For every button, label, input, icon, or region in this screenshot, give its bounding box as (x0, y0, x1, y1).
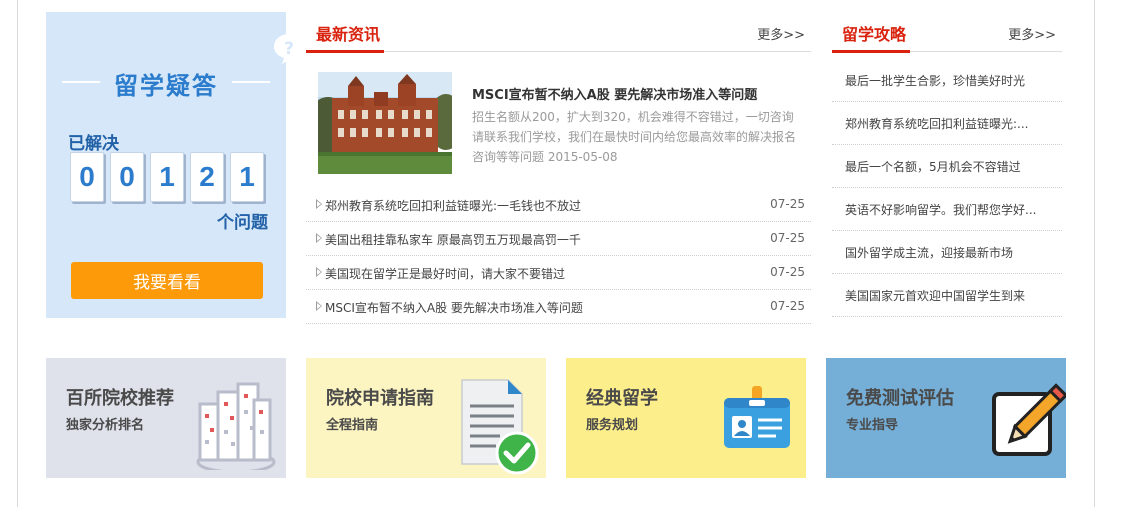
news-item-title[interactable]: 美国现在留学正是最好时间，请大家不要错过 (325, 265, 565, 282)
pencil-note-icon (992, 383, 1066, 456)
solved-counter: 0 0 1 2 1 (70, 152, 264, 202)
latest-news-section: 最新资讯 更多>> MSCI宣布暂不纳入A股 要先解决市场准入等问题 招生名额从… (306, 12, 811, 324)
news-list: 郑州教育系统吃回扣利益链曝光:一毛钱也不放过 07-25 美国出租挂靠私家车 原… (306, 188, 811, 324)
tab-underline (832, 50, 910, 53)
card-title: 院校申请指南 (326, 388, 434, 409)
question-bubble-icon: ? (274, 34, 304, 64)
card-subtitle: 独家分析排名 (66, 418, 145, 433)
news-item-title[interactable]: MSCI宣布暂不纳入A股 要先解决市场准入等问题 (325, 299, 583, 316)
news-list-item[interactable]: MSCI宣布暂不纳入A股 要先解决市场准入等问题 07-25 (306, 290, 811, 324)
qa-panel: ? 留学疑答 已解决 0 0 1 2 1 个问题 我要看看 (46, 12, 304, 318)
guide-list-item[interactable]: 国外留学成主流，迎接最新市场 (832, 231, 1062, 274)
news-item-date: 07-25 (770, 299, 805, 313)
arrow-right-icon (316, 233, 322, 243)
arrow-right-icon (316, 199, 322, 209)
news-item-title[interactable]: 郑州教育系统吃回扣利益链曝光:一毛钱也不放过 (325, 197, 581, 214)
tab-underline (306, 50, 384, 53)
unit-label: 个问题 (217, 213, 268, 233)
solved-label: 已解决 (68, 134, 119, 154)
featured-news-title[interactable]: MSCI宣布暂不纳入A股 要先解决市场准入等问题 (472, 84, 757, 103)
document-check-icon (461, 379, 539, 475)
card-title: 百所院校推荐 (66, 388, 174, 409)
guide-list-item[interactable]: 英语不好影响留学。我们帮您学好... (832, 188, 1062, 231)
id-card-icon (724, 386, 790, 448)
guide-list-item[interactable]: 郑州教育系统吃回扣利益链曝光:... (832, 102, 1062, 145)
counter-digit: 1 (230, 152, 264, 202)
tab-latest-news[interactable]: 最新资讯 (316, 21, 380, 45)
card-school-recommendations[interactable]: 百所院校推荐 独家分析排名 (46, 358, 286, 478)
arrow-right-icon (316, 267, 322, 277)
guide-list-item[interactable]: 最后一批学生合影，珍惜美好时光 (832, 59, 1062, 102)
news-list-item[interactable]: 郑州教育系统吃回扣利益链曝光:一毛钱也不放过 07-25 (306, 188, 811, 222)
news-item-date: 07-25 (770, 197, 805, 211)
guide-list: 最后一批学生合影，珍惜美好时光 郑州教育系统吃回扣利益链曝光:... 最后一个名… (832, 59, 1062, 317)
guide-list-item[interactable]: 美国国家元首欢迎中国留学生到来 (832, 274, 1062, 317)
news-more-link[interactable]: 更多>> (757, 24, 805, 43)
featured-news[interactable]: MSCI宣布暂不纳入A股 要先解决市场准入等问题 招生名额从200，扩大到320… (318, 72, 808, 187)
guide-more-link[interactable]: 更多>> (1008, 24, 1056, 43)
counter-digit: 1 (150, 152, 184, 202)
buildings-icon (196, 382, 276, 470)
news-header: 最新资讯 更多>> (306, 12, 811, 53)
news-list-item[interactable]: 美国现在留学正是最好时间，请大家不要错过 07-25 (306, 256, 811, 290)
view-questions-button[interactable]: 我要看看 (71, 262, 263, 299)
tab-study-guide[interactable]: 留学攻略 (842, 21, 906, 45)
card-title: 经典留学 (586, 388, 658, 409)
card-subtitle: 服务规划 (586, 418, 639, 433)
card-application-guide[interactable]: 院校申请指南 全程指南 (306, 358, 546, 478)
card-classic-study-abroad[interactable]: 经典留学 服务规划 (566, 358, 806, 478)
news-item-date: 07-25 (770, 265, 805, 279)
news-item-date: 07-25 (770, 231, 805, 245)
counter-digit: 2 (190, 152, 224, 202)
arrow-right-icon (316, 301, 322, 311)
news-item-title[interactable]: 美国出租挂靠私家车 原最高罚五万现最高罚一千 (325, 231, 581, 248)
counter-digit: 0 (110, 152, 144, 202)
card-subtitle: 专业指导 (846, 418, 899, 433)
guide-header: 留学攻略 更多>> (832, 12, 1062, 53)
card-title: 免费测试评估 (846, 388, 954, 409)
featured-news-description: 招生名额从200，扩大到320，机会难得不容错过，一切咨询请联系我们学校，我们在… (472, 110, 797, 164)
campus-photo[interactable] (318, 72, 452, 174)
counter-digit: 0 (70, 152, 104, 202)
guide-list-item[interactable]: 最后一个名额，5月机会不容错过 (832, 145, 1062, 188)
qa-title: 留学疑答 (114, 72, 218, 100)
card-subtitle: 全程指南 (326, 418, 379, 433)
news-list-item[interactable]: 美国出租挂靠私家车 原最高罚五万现最高罚一千 07-25 (306, 222, 811, 256)
svg-text:?: ? (284, 39, 294, 59)
study-guide-section: 留学攻略 更多>> 最后一批学生合影，珍惜美好时光 郑州教育系统吃回扣利益链曝光… (832, 12, 1062, 318)
card-free-assessment[interactable]: 免费测试评估 专业指导 (826, 358, 1066, 478)
